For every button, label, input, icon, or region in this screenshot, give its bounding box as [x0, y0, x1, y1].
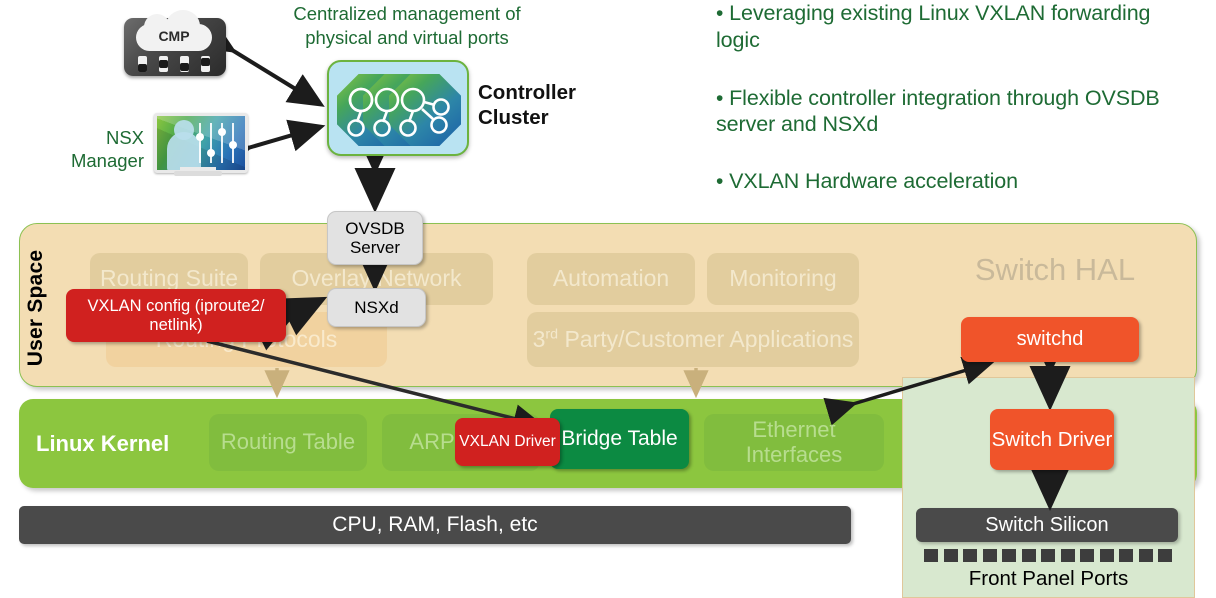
list-item: • VXLAN Hardware acceleration — [716, 168, 1166, 195]
list-item: • Flexible controller integration throug… — [716, 85, 1166, 138]
front-panel-port — [1021, 549, 1036, 562]
bullet-text: Leveraging existing Linux VXLAN forwardi… — [716, 1, 1151, 52]
ghost-label: Ethernet Interfaces — [745, 416, 843, 467]
switch-silicon-label: Switch Silicon — [985, 513, 1109, 536]
ghost-label: 3rd Party/Customer Applications — [532, 325, 854, 352]
ghost-box-monitoring: Monitoring — [707, 253, 859, 305]
bridge-table-chip: Bridge Table — [550, 409, 689, 469]
front-panel-port — [1002, 549, 1016, 562]
front-panel-port — [982, 549, 997, 562]
bullet-marker: • — [716, 2, 724, 25]
monitor-icon — [154, 113, 248, 173]
ghost-label: Monitoring — [729, 265, 837, 292]
cpu-ram-flash-box: CPU, RAM, Flash, etc — [19, 506, 851, 544]
front-panel-port — [1158, 549, 1172, 562]
ghost-label: Routing Table — [220, 429, 356, 455]
front-panel-ports-label: Front Panel Ports — [968, 567, 1129, 590]
ovsdb-server-box: OVSDB Server — [327, 211, 423, 265]
ghost-box-routing-table: Routing Table — [209, 414, 367, 471]
ghost-label: Automation — [552, 265, 670, 292]
vxlan-config-chip: VXLAN config (iproute2/ netlink) — [66, 289, 286, 342]
front-panel-port — [1080, 549, 1094, 562]
ghost-box-automation: Automation — [527, 253, 695, 305]
nsx-manager-label: NSX Manager — [70, 127, 144, 172]
cpu-ram-flash-label: CPU, RAM, Flash, etc — [332, 513, 538, 536]
vxlan-driver-label: VXLAN Driver — [459, 433, 556, 451]
bridge-table-label: Bridge Table — [561, 427, 678, 451]
diagram-canvas: User Space Routing Suite Overlay Network… — [0, 0, 1216, 598]
ghost-box-third-party-apps: 3rd Party/Customer Applications — [527, 312, 859, 367]
bullet-text: VXLAN Hardware acceleration — [729, 168, 1019, 193]
cloud-icon: CMP — [136, 10, 212, 51]
switch-silicon-box: Switch Silicon — [916, 508, 1178, 542]
switch-hal-label: Switch HAL — [974, 252, 1136, 287]
front-panel-port — [1138, 549, 1153, 562]
cmp-label: CMP — [158, 28, 190, 44]
linux-kernel-label: Linux Kernel — [36, 431, 170, 456]
slider-icons — [138, 56, 212, 72]
front-panel-port — [1041, 549, 1055, 562]
switchd-label: switchd — [1016, 328, 1084, 351]
bullet-marker: • — [716, 169, 724, 193]
ovsdb-server-label: OVSDB Server — [345, 218, 405, 257]
nsxd-label: NSXd — [354, 297, 399, 317]
front-panel-port — [943, 549, 958, 562]
ghost-box-ethernet-interfaces: Ethernet Interfaces — [704, 414, 884, 471]
nsx-manager-icon — [150, 113, 248, 179]
switch-driver-label: Switch Driver — [991, 427, 1113, 451]
bullet-list: • Leveraging existing Linux VXLAN forwar… — [716, 0, 1166, 220]
controller-cluster-label: Controller Cluster — [478, 81, 576, 129]
switchd-chip: switchd — [961, 317, 1139, 362]
cmp-device-icon: CMP — [124, 10, 226, 76]
front-panel-port — [963, 549, 977, 562]
vxlan-config-label: VXLAN config (iproute2/ netlink) — [87, 296, 265, 334]
diagram-caption: Centralized management of physical and v… — [293, 3, 521, 48]
bullet-text: Flexible controller integration through … — [716, 85, 1160, 137]
front-panel-port — [924, 549, 938, 562]
front-panel-port — [1099, 549, 1114, 562]
ghost-label: Routing Suite — [99, 265, 239, 292]
user-space-label: User Space — [24, 249, 47, 367]
switch-driver-chip: Switch Driver — [990, 409, 1114, 470]
front-panel-port-strip — [924, 549, 1172, 562]
list-item: • Leveraging existing Linux VXLAN forwar… — [716, 0, 1166, 53]
front-panel-port — [1060, 549, 1075, 562]
vxlan-driver-chip: VXLAN Driver — [455, 418, 560, 466]
front-panel-port — [1119, 549, 1133, 562]
bullet-marker: • — [716, 86, 724, 110]
nsxd-box: NSXd — [327, 288, 426, 327]
controller-cluster-icon — [327, 60, 469, 156]
equalizer-icon — [196, 123, 237, 163]
